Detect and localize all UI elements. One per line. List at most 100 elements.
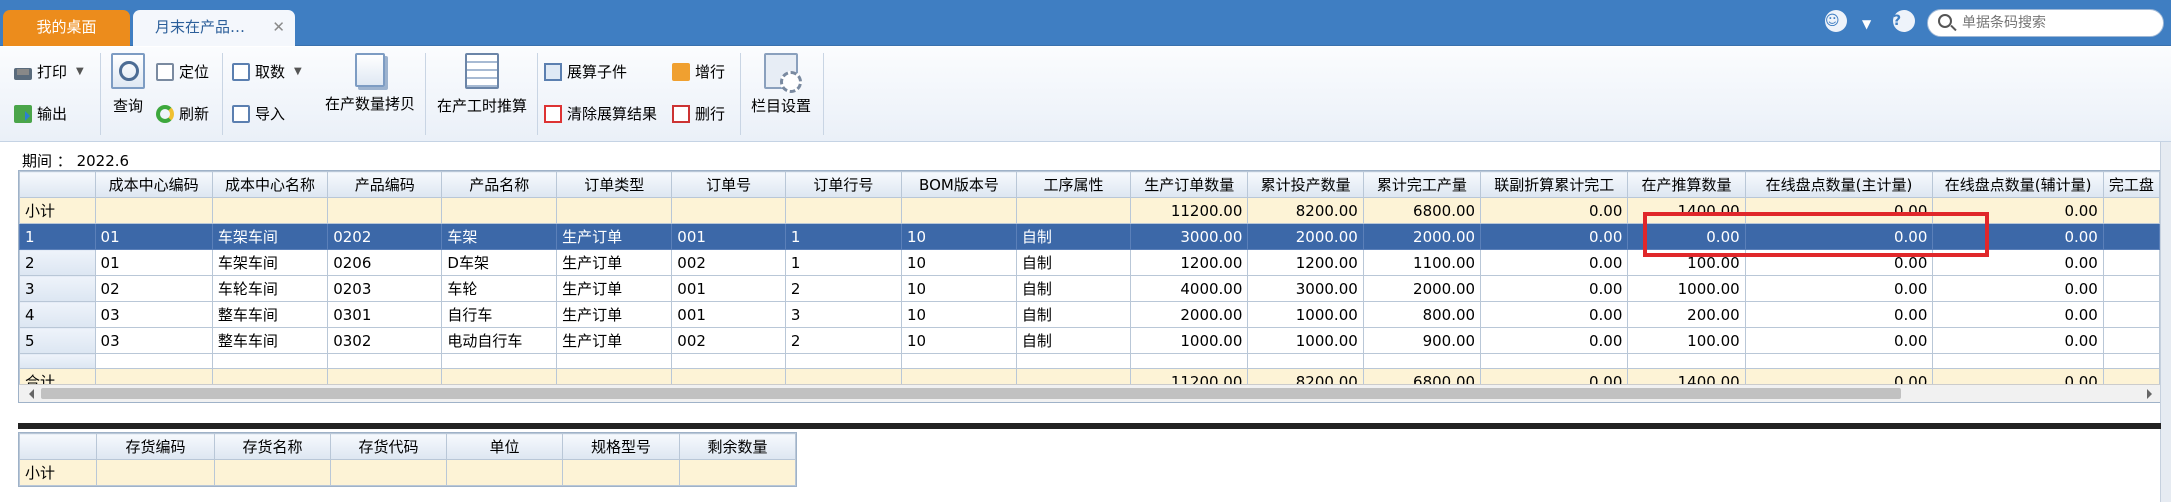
column-header[interactable]: 产品编码	[327, 171, 443, 198]
cell-wip-calc[interactable]: 100.00	[1627, 249, 1746, 276]
cell-product-code[interactable]: 0301	[327, 301, 443, 328]
cell-order-qty[interactable]: 2000.00	[1130, 301, 1249, 328]
cell-bom-version[interactable]: 10	[900, 249, 1017, 276]
horizontal-scrollbar[interactable]	[19, 384, 2160, 402]
cell-order-type[interactable]: 生产订单	[556, 223, 673, 250]
cell-cc-code[interactable]: 03	[94, 301, 213, 328]
cell-count-aux[interactable]: 0.00	[1932, 249, 2104, 276]
column-header[interactable]: 规格型号	[562, 433, 680, 460]
column-header[interactable]: 在产推算数量	[1627, 171, 1746, 198]
fetch-button[interactable]: 取数 ▼	[232, 61, 302, 82]
pane-splitter[interactable]	[18, 423, 2161, 429]
cell-count-main[interactable]: 0.00	[1744, 249, 1934, 276]
tab-my-desktop[interactable]: 我的桌面	[3, 10, 130, 46]
cell-order-line[interactable]: 1	[784, 249, 902, 276]
cell-bom-version[interactable]: 10	[900, 301, 1017, 328]
table-row[interactable]: 1 01 车架车间 0202 车架 生产订单 001 1 10 自制 3000.00 2000.00 2…	[19, 223, 2160, 250]
cell-joint-done[interactable]: 0.00	[1480, 275, 1629, 302]
search-box[interactable]	[1927, 9, 2164, 37]
help-icon[interactable]: ?	[1893, 10, 1915, 32]
cell-count-aux[interactable]: 0.00	[1932, 301, 2104, 328]
cell-input-qty[interactable]: 1200.00	[1247, 249, 1364, 276]
column-header[interactable]: 订单类型	[556, 171, 673, 198]
cell-input-qty[interactable]: 1000.00	[1247, 301, 1364, 328]
cell-order-line[interactable]: 1	[784, 223, 902, 250]
column-header[interactable]: 生产订单数量	[1130, 171, 1249, 198]
cell-order-no[interactable]: 002	[671, 327, 786, 354]
cell-count-aux[interactable]: 0.00	[1932, 275, 2104, 302]
cell-cc-code[interactable]: 03	[94, 327, 213, 354]
cell-bom-version[interactable]: 10	[900, 327, 1017, 354]
cell-product-name[interactable]: 自行车	[441, 301, 558, 328]
scroll-right-icon[interactable]	[2147, 389, 2157, 399]
locate-button[interactable]: 定位	[156, 61, 209, 82]
column-header[interactable]: 完工盘	[2102, 171, 2160, 198]
cell-process-attr[interactable]: 自制	[1015, 275, 1132, 302]
cell-done-qty[interactable]: 900.00	[1362, 327, 1482, 354]
cell-product-name[interactable]: D车架	[441, 249, 558, 276]
cell-product-name[interactable]: 电动自行车	[441, 327, 558, 354]
cell-wip-calc[interactable]: 200.00	[1627, 301, 1746, 328]
cell-done-qty[interactable]: 2000.00	[1362, 223, 1482, 250]
cell-order-line[interactable]: 2	[784, 327, 902, 354]
wip-grid[interactable]: 成本中心编码 成本中心名称 产品编码 产品名称 订单类型 订单号 订单行号 BO…	[18, 170, 2161, 403]
cell-bom-version[interactable]: 10	[900, 275, 1017, 302]
cell-product-code[interactable]: 0206	[327, 249, 443, 276]
query-button[interactable]: 查询	[108, 53, 148, 116]
cell-order-no[interactable]: 001	[671, 301, 786, 328]
cell-order-no[interactable]: 001	[671, 223, 786, 250]
search-input[interactable]	[1962, 13, 2157, 33]
table-row[interactable]: 3 02 车轮车间 0203 车轮 生产订单 001 2 10 自制 4000.00 3000.00 2…	[19, 275, 2160, 302]
cell-product-code[interactable]: 0203	[327, 275, 443, 302]
cell-product-code[interactable]: 0202	[327, 223, 443, 250]
column-header[interactable]: 累计完工产量	[1362, 171, 1482, 198]
cell-done-qty[interactable]: 1100.00	[1362, 249, 1482, 276]
cell-order-qty[interactable]: 1200.00	[1130, 249, 1249, 276]
expand-child-button[interactable]: 展算子件	[544, 61, 627, 82]
column-header[interactable]: 在线盘点数量(主计量)	[1744, 171, 1934, 198]
column-header[interactable]: 累计投产数量	[1247, 171, 1364, 198]
cell-order-line[interactable]: 2	[784, 275, 902, 302]
cell-done-qty[interactable]: 800.00	[1362, 301, 1482, 328]
cell-joint-done[interactable]: 0.00	[1480, 223, 1629, 250]
delete-row-button[interactable]: 删行	[672, 103, 725, 124]
cell-input-qty[interactable]: 1000.00	[1247, 327, 1364, 354]
column-settings-button[interactable]: 栏目设置	[746, 53, 816, 116]
cell-process-attr[interactable]: 自制	[1015, 327, 1132, 354]
refresh-button[interactable]: 刷新	[156, 103, 209, 124]
export-button[interactable]: 输出	[14, 103, 67, 124]
cell-wip-calc[interactable]: 0.00	[1627, 223, 1746, 250]
cell-order-type[interactable]: 生产订单	[556, 275, 673, 302]
cell-cc-name[interactable]: 整车车间	[211, 301, 329, 328]
cell-order-line[interactable]: 3	[784, 301, 902, 328]
cell-process-attr[interactable]: 自制	[1015, 301, 1132, 328]
cell-count-main[interactable]: 0.00	[1744, 301, 1934, 328]
chevron-down-icon[interactable]: ▼	[294, 66, 302, 77]
cell-bom-version[interactable]: 10	[900, 223, 1017, 250]
print-button[interactable]: 打印 ▼	[14, 61, 84, 82]
column-header[interactable]: 成本中心名称	[211, 171, 329, 198]
chevron-down-icon[interactable]: ▼	[1862, 10, 1871, 38]
cell-count-main[interactable]: 0.00	[1744, 275, 1934, 302]
column-header[interactable]: 单位	[446, 433, 563, 460]
column-header[interactable]: 联副折算累计完工	[1480, 171, 1629, 198]
chevron-down-icon[interactable]: ▼	[76, 66, 84, 77]
column-header[interactable]: 成本中心编码	[94, 171, 213, 198]
cell-joint-done[interactable]: 0.00	[1480, 301, 1629, 328]
cell-product-name[interactable]: 车架	[441, 223, 558, 250]
table-row[interactable]: 2 01 车架车间 0206 D车架 生产订单 002 1 10 自制 1200.00 1200.00…	[19, 249, 2160, 276]
column-header[interactable]: 剩余数量	[679, 433, 796, 460]
cell-process-attr[interactable]: 自制	[1015, 223, 1132, 250]
column-header[interactable]: 工序属性	[1015, 171, 1132, 198]
cell-order-qty[interactable]: 3000.00	[1130, 223, 1249, 250]
wip-qty-copy-button[interactable]: 在产数量拷贝	[318, 53, 422, 114]
cell-order-no[interactable]: 001	[671, 275, 786, 302]
column-header[interactable]: 订单号	[671, 171, 786, 198]
cell-count-aux[interactable]: 0.00	[1932, 327, 2104, 354]
inventory-grid[interactable]: 存货编码 存货名称 存货代码 单位 规格型号 剩余数量 小计	[18, 432, 797, 487]
cell-cc-code[interactable]: 01	[94, 223, 213, 250]
table-row[interactable]: 5 03 整车车间 0302 电动自行车 生产订单 002 2 10 自制 1000.00 1000.…	[19, 327, 2160, 354]
cell-product-name[interactable]: 车轮	[441, 275, 558, 302]
clear-expand-button[interactable]: 清除展算结果	[544, 103, 657, 124]
cell-order-type[interactable]: 生产订单	[556, 327, 673, 354]
